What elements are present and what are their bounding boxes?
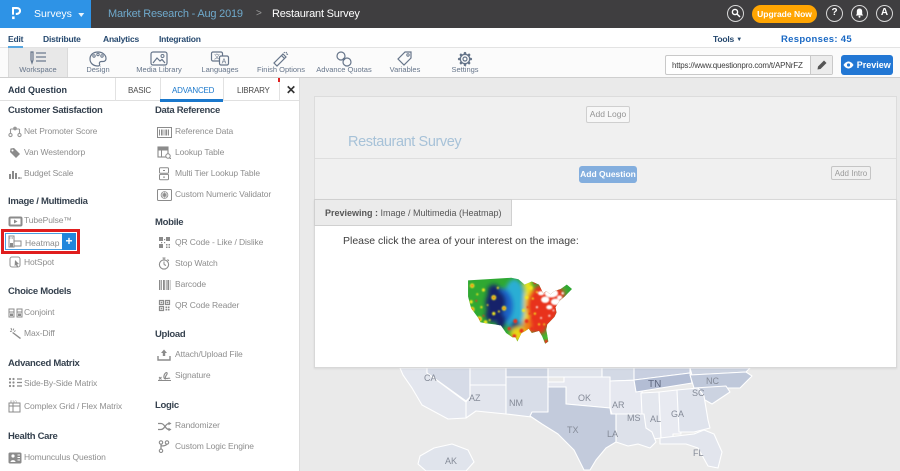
svg-text:010: 010	[10, 400, 17, 404]
svg-text:SC: SC	[692, 388, 705, 398]
svg-text:MS: MS	[627, 413, 641, 423]
svg-text:NM: NM	[509, 398, 523, 408]
svg-text:TN: TN	[648, 379, 661, 390]
svg-text:AL: AL	[650, 414, 661, 424]
svg-text:TX: TX	[567, 425, 579, 435]
svg-text:OK: OK	[578, 393, 591, 403]
svg-text:LA: LA	[607, 429, 618, 439]
svg-text:AR: AR	[612, 400, 625, 410]
svg-text:CA: CA	[424, 373, 437, 383]
svg-text:NC: NC	[706, 376, 719, 386]
svg-text:GA: GA	[671, 409, 684, 419]
svg-text:文: 文	[214, 53, 220, 61]
svg-text:AZ: AZ	[469, 393, 481, 403]
svg-text:FL: FL	[693, 448, 704, 458]
svg-text:AK: AK	[445, 456, 457, 466]
